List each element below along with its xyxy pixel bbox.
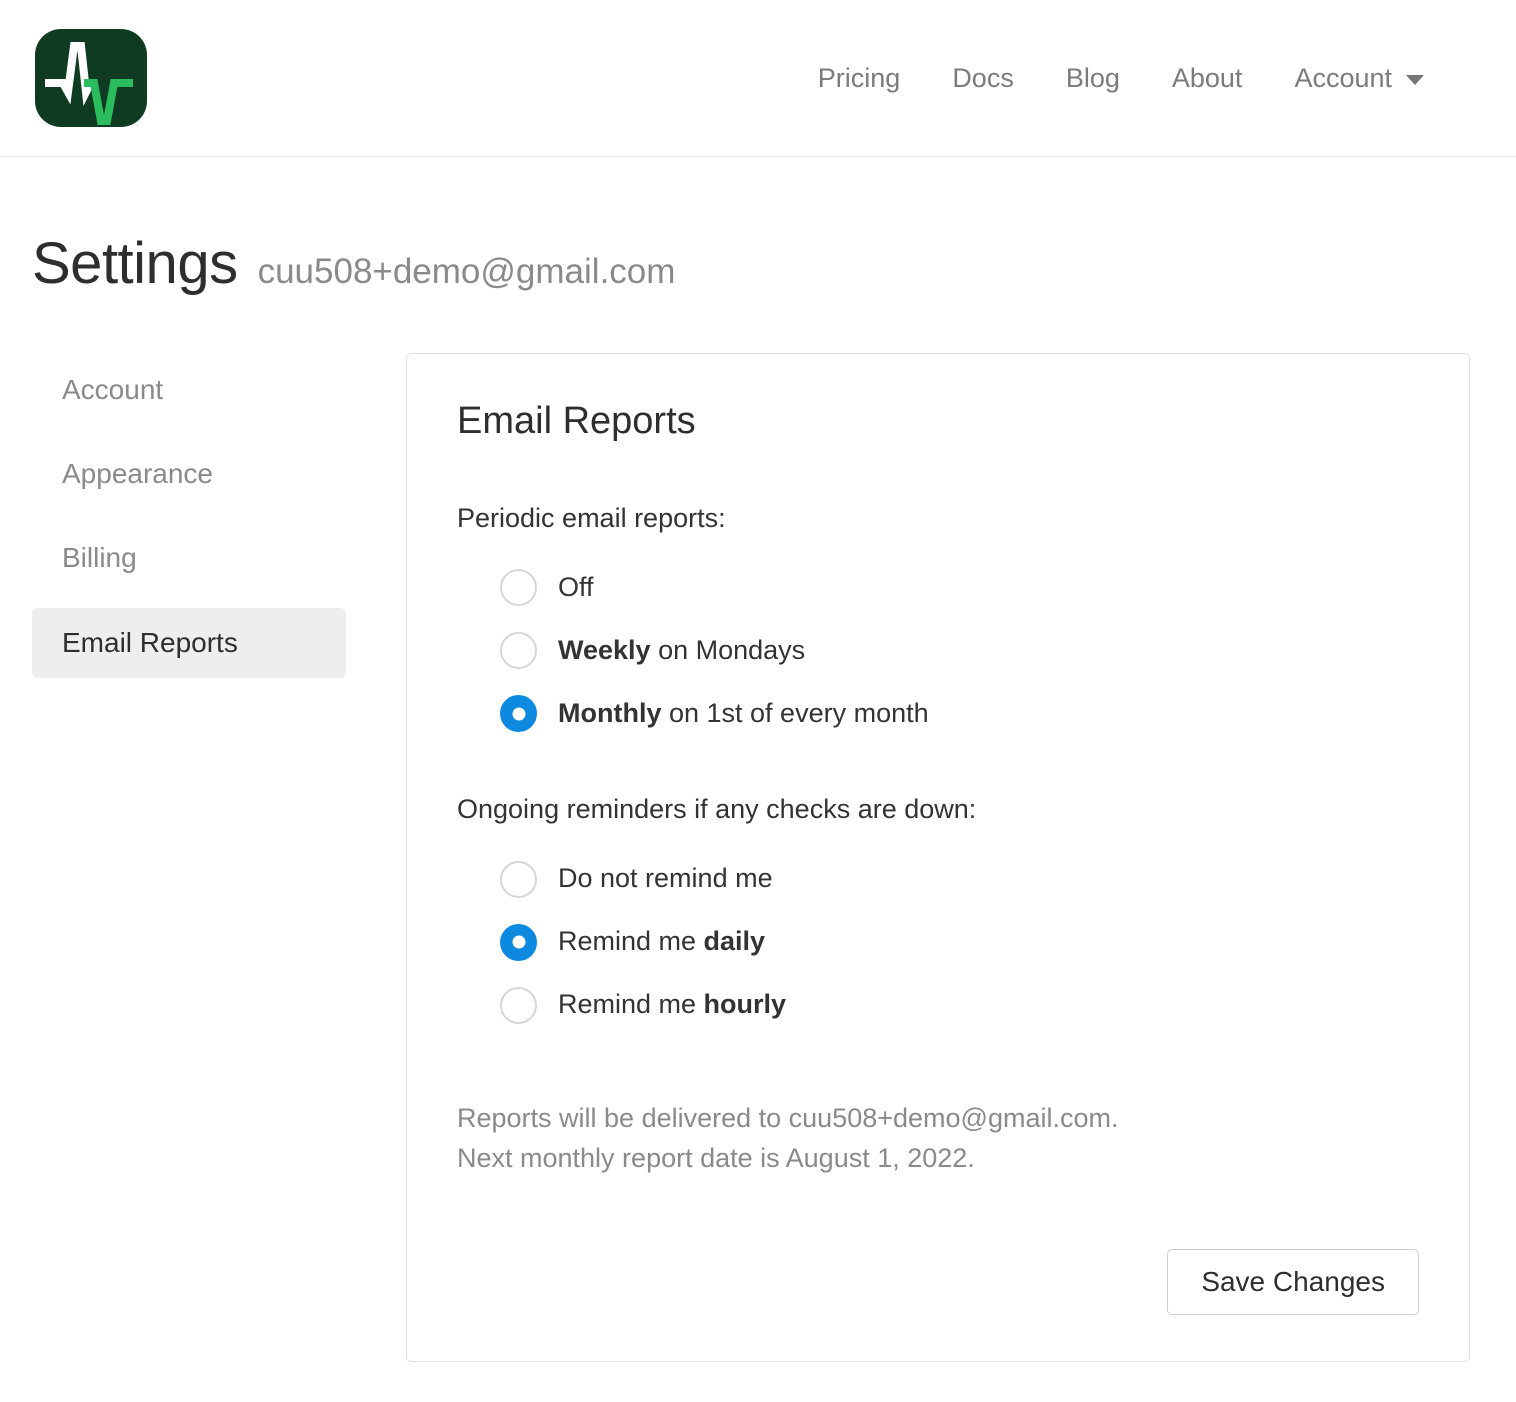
radio-label-monthly: Monthly on 1st of every month <box>558 698 929 729</box>
radio-mark-remind-hourly[interactable] <box>500 986 537 1024</box>
radio-label-off: Off <box>558 572 594 603</box>
ongoing-reminders-label: Ongoing reminders if any checks are down… <box>457 794 977 825</box>
nav-link-pricing[interactable]: Pricing <box>792 64 927 92</box>
sidebar-item-appearance[interactable]: Appearance <box>32 439 346 509</box>
periodic-reports-label: Periodic email reports: <box>457 503 726 533</box>
radio-mark-remind-daily[interactable] <box>500 923 537 961</box>
email-reports-card: Email Reports Periodic email reports: Of… <box>406 353 1470 1363</box>
main-nav: Pricing Docs Blog About Account <box>792 62 1484 93</box>
radio-label-weekly-suffix: on Mondays <box>650 635 806 666</box>
nav-account-dropdown[interactable]: Account <box>1268 62 1432 93</box>
save-changes-button[interactable]: Save Changes <box>1167 1248 1419 1316</box>
sidebar-item-account[interactable]: Account <box>32 355 346 425</box>
delivery-note-line-1: Reports will be delivered to cuu508+demo… <box>457 1102 1119 1133</box>
radio-option-off[interactable]: Off <box>500 556 594 619</box>
radio-label-do-not-remind: Do not remind me <box>558 863 773 894</box>
settings-layout: Account Appearance Billing Email Reports… <box>0 293 1516 1363</box>
card-actions: Save Changes <box>457 1248 1419 1316</box>
nav-account-label: Account <box>1294 62 1392 93</box>
radio-mark-monthly[interactable] <box>500 695 537 733</box>
delivery-note-line-2: Next monthly report date is August 1, 20… <box>457 1142 975 1173</box>
radio-label-daily-prefix: Remind me <box>558 926 704 957</box>
radio-option-monthly[interactable]: Monthly on 1st of every month <box>500 682 929 745</box>
pulse-logo-icon <box>32 28 150 128</box>
radio-option-weekly[interactable]: Weekly on Mondays <box>500 619 805 682</box>
nav-link-blog[interactable]: Blog <box>1040 64 1146 92</box>
delivery-note: Reports will be delivered to cuu508+demo… <box>457 1099 1419 1179</box>
page-title: Settings <box>32 231 238 296</box>
radio-label-remind-daily: Remind me daily <box>558 927 765 957</box>
radio-option-remind-daily[interactable]: Remind me daily <box>500 911 765 974</box>
chevron-down-icon <box>1406 74 1424 85</box>
radio-label-remind-hourly: Remind me hourly <box>558 990 786 1020</box>
radio-label-hourly-prefix: Remind me <box>558 989 704 1020</box>
brand-logo-link[interactable] <box>32 28 150 128</box>
radio-label-daily-strong: daily <box>703 926 766 957</box>
radio-label-monthly-strong: Monthly <box>558 698 662 729</box>
sidebar-item-billing[interactable]: Billing <box>32 523 346 593</box>
radio-label-monthly-suffix: on 1st of every month <box>661 698 929 729</box>
card-title: Email Reports <box>457 400 696 442</box>
periodic-reports-radio-group: Off Weekly on Mondays Monthly on 1st of … <box>457 556 1419 745</box>
page-title-row: Settings cuu508+demo@gmail.com <box>0 157 1516 293</box>
radio-option-remind-hourly[interactable]: Remind me hourly <box>500 974 786 1037</box>
radio-mark-off[interactable] <box>500 569 537 607</box>
radio-mark-weekly[interactable] <box>500 632 537 670</box>
ongoing-reminders-radio-group: Do not remind me Remind me daily Remind … <box>457 848 1419 1037</box>
nav-link-docs[interactable]: Docs <box>926 64 1040 92</box>
radio-label-weekly: Weekly on Mondays <box>558 635 806 666</box>
site-header: Pricing Docs Blog About Account <box>0 0 1516 157</box>
sidebar-item-email-reports[interactable]: Email Reports <box>32 607 346 678</box>
radio-label-weekly-strong: Weekly <box>558 635 651 666</box>
page-subtitle-email: cuu508+demo@gmail.com <box>257 252 676 291</box>
radio-label-hourly-strong: hourly <box>703 989 787 1020</box>
radio-mark-do-not-remind[interactable] <box>500 860 537 898</box>
nav-link-about[interactable]: About <box>1146 64 1269 92</box>
radio-option-do-not-remind[interactable]: Do not remind me <box>500 848 773 911</box>
settings-sidebar: Account Appearance Billing Email Reports <box>32 353 406 692</box>
